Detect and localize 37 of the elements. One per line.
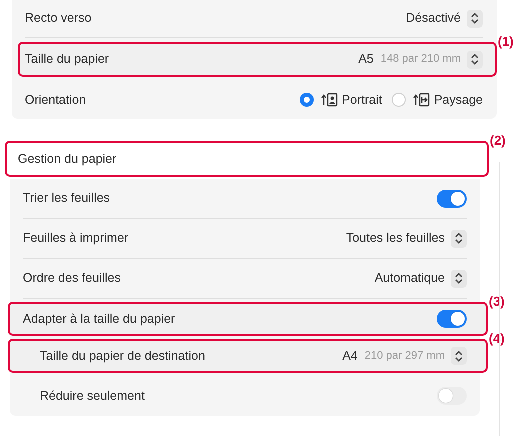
callout-number: (1) xyxy=(498,33,514,51)
stepper-button[interactable] xyxy=(451,347,467,365)
toggle-switch[interactable] xyxy=(437,387,467,405)
popup-value: A4 xyxy=(342,348,358,365)
up-down-chevron-icon xyxy=(455,350,463,362)
toggle-switch[interactable] xyxy=(437,190,467,208)
row-label: Trier les feuilles xyxy=(23,190,110,208)
popup-value: Toutes les feuilles xyxy=(346,230,445,248)
row-label: Feuilles à imprimer xyxy=(23,230,129,248)
popup-value: Automatique xyxy=(374,270,445,288)
stepper-button[interactable] xyxy=(467,50,483,68)
row-label: Adapter à la taille du papier xyxy=(23,310,176,328)
row-label: Réduire seulement xyxy=(39,388,145,405)
radio-label: Paysage xyxy=(434,92,483,109)
toggle-switch[interactable] xyxy=(437,310,467,328)
portrait-orientation-icon xyxy=(321,93,338,107)
popup-value: Désactivé xyxy=(406,10,461,28)
size-detail: 210 par 297 mm xyxy=(364,348,445,364)
landscape-orientation-icon xyxy=(413,93,430,107)
popup-value: A5 xyxy=(358,51,374,68)
row-label: Orientation xyxy=(25,92,86,109)
stepper-button[interactable] xyxy=(451,230,467,248)
up-down-chevron-icon xyxy=(471,54,479,65)
up-down-chevron-icon xyxy=(471,13,479,24)
radio-label: Portrait xyxy=(342,92,382,109)
up-down-chevron-icon xyxy=(455,233,463,244)
stepper-button[interactable] xyxy=(467,10,483,28)
row-label: Recto verso xyxy=(25,10,92,28)
row-label: Ordre des feuilles xyxy=(23,270,121,288)
size-detail: 148 par 210 mm xyxy=(380,52,461,68)
row-label: Taille du papier xyxy=(25,51,110,68)
stepper-button[interactable] xyxy=(451,270,467,288)
callout-number: (2) xyxy=(490,132,506,150)
up-down-chevron-icon xyxy=(455,273,463,284)
section-title: Gestion du papier xyxy=(18,150,117,168)
radio-button[interactable] xyxy=(300,93,314,107)
row-label: Taille du papier de destination xyxy=(39,348,206,365)
